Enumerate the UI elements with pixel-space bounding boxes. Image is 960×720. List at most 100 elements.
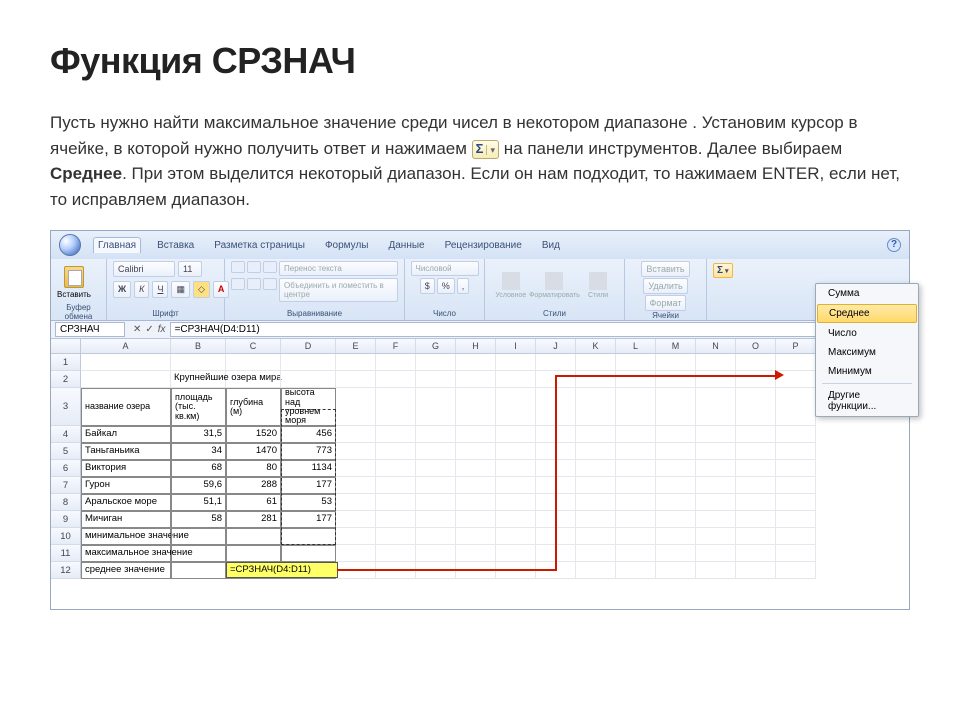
tab-pagelayout[interactable]: Разметка страницы	[210, 238, 309, 253]
font-family-select[interactable]: Calibri	[113, 261, 175, 277]
col-header[interactable]: L	[616, 339, 656, 353]
table-cell[interactable]: 58	[171, 511, 226, 528]
table-cell[interactable]: 177	[281, 477, 336, 494]
col-header[interactable]: M	[656, 339, 696, 353]
tab-home[interactable]: Главная	[93, 237, 141, 253]
font-size-select[interactable]: 11	[178, 261, 202, 277]
group-editing: Σ ▾ Сумма Среднее Число Максимум Минимум…	[707, 259, 909, 320]
col-header[interactable]: P	[776, 339, 816, 353]
col-header[interactable]: F	[376, 339, 416, 353]
insert-cells-button[interactable]: Вставить	[641, 261, 689, 277]
col-header[interactable]: N	[696, 339, 736, 353]
wrap-text-button[interactable]: Перенос текста	[279, 261, 398, 276]
italic-button[interactable]: К	[134, 281, 149, 298]
col-header[interactable]: A	[81, 339, 171, 353]
format-table-button[interactable]: Форматировать	[537, 264, 571, 306]
col-header[interactable]: K	[576, 339, 616, 353]
table-cell[interactable]: 59,6	[171, 477, 226, 494]
autosum-button[interactable]: Σ ▾	[713, 263, 733, 278]
number-group-label: Число	[411, 309, 478, 318]
table-cell[interactable]: 456	[281, 426, 336, 443]
col-header[interactable]: D	[281, 339, 336, 353]
table-cell[interactable]: 61	[226, 494, 281, 511]
table-cell[interactable]: 68	[171, 460, 226, 477]
align-left-button[interactable]	[231, 278, 245, 290]
menu-item-count[interactable]: Число	[816, 324, 918, 343]
col-header[interactable]: E	[336, 339, 376, 353]
col-header[interactable]: B	[171, 339, 226, 353]
office-button-icon[interactable]	[59, 234, 81, 256]
table-cell[interactable]: 1470	[226, 443, 281, 460]
spreadsheet-grid[interactable]: A B C D E F G H I J K L M N O P 1 2Крупн…	[51, 339, 909, 609]
formula-input[interactable]: =СРЗНАЧ(D4:D11)	[170, 322, 905, 337]
align-top-button[interactable]	[231, 261, 245, 273]
percent-button[interactable]: %	[437, 278, 455, 294]
table-cell[interactable]: 51,1	[171, 494, 226, 511]
tab-view[interactable]: Вид	[538, 238, 564, 253]
col-header[interactable]: O	[736, 339, 776, 353]
delete-cells-button[interactable]: Удалить	[643, 278, 687, 294]
fx-icon[interactable]: fx	[158, 324, 166, 335]
merge-center-button[interactable]: Объединить и поместить в центре	[279, 278, 398, 302]
select-all-corner[interactable]	[51, 339, 81, 353]
table-cell[interactable]: Гурон	[81, 477, 171, 494]
table-cell[interactable]: 31,5	[171, 426, 226, 443]
conditional-format-button[interactable]: Условное	[494, 264, 528, 306]
tab-data[interactable]: Данные	[384, 238, 428, 253]
desc-part2: на панели инструментов. Далее выбираем	[504, 139, 843, 158]
tab-insert[interactable]: Вставка	[153, 238, 198, 253]
table-cell[interactable]: 773	[281, 443, 336, 460]
summary-label: минимальное значение	[81, 528, 171, 545]
fill-color-button[interactable]: ◇	[193, 281, 210, 298]
col-header[interactable]: C	[226, 339, 281, 353]
paste-button[interactable]: Вставить	[57, 261, 91, 303]
menu-item-more-functions[interactable]: Другие функции...	[816, 386, 918, 416]
align-right-button[interactable]	[263, 278, 277, 290]
cancel-formula-icon[interactable]: ✕	[133, 324, 141, 335]
underline-button[interactable]: Ч	[152, 281, 168, 298]
align-bottom-button[interactable]	[263, 261, 277, 273]
table-cell[interactable]: 1520	[226, 426, 281, 443]
sigma-icon: Σ	[717, 265, 723, 276]
table-cell[interactable]: 34	[171, 443, 226, 460]
menu-item-average[interactable]: Среднее	[817, 304, 917, 323]
ribbon-tabs: Главная Вставка Разметка страницы Формул…	[51, 231, 909, 259]
slide-title: Функция СРЗНАЧ	[50, 40, 910, 82]
table-cell[interactable]: 53	[281, 494, 336, 511]
bold-button[interactable]: Ж	[113, 281, 131, 298]
help-icon[interactable]: ?	[887, 238, 901, 252]
number-format-select[interactable]: Числовой	[411, 261, 479, 276]
col-header[interactable]: J	[536, 339, 576, 353]
table-cell[interactable]: 80	[226, 460, 281, 477]
tab-formulas[interactable]: Формулы	[321, 238, 373, 253]
table-cell[interactable]: 177	[281, 511, 336, 528]
cell-styles-button[interactable]: Стили	[581, 264, 615, 306]
tab-review[interactable]: Рецензирование	[441, 238, 526, 253]
format-cells-button[interactable]: Формат	[645, 295, 687, 311]
col-header[interactable]: G	[416, 339, 456, 353]
table-cell[interactable]: Таньганьика	[81, 443, 171, 460]
excel-screenshot: Главная Вставка Разметка страницы Формул…	[50, 230, 910, 610]
menu-item-min[interactable]: Минимум	[816, 362, 918, 381]
table-cell[interactable]: 1134	[281, 460, 336, 477]
comma-button[interactable]: ,	[457, 278, 470, 294]
borders-button[interactable]: ▦	[171, 281, 190, 298]
table-cell[interactable]: 281	[226, 511, 281, 528]
alignment-group-label: Выравнивание	[231, 309, 398, 318]
col-header[interactable]: I	[496, 339, 536, 353]
menu-item-max[interactable]: Максимум	[816, 343, 918, 362]
enter-formula-icon[interactable]: ✓	[145, 324, 153, 335]
align-middle-button[interactable]	[247, 261, 261, 273]
name-box[interactable]: СРЗНАЧ	[55, 322, 125, 337]
align-center-button[interactable]	[247, 278, 261, 290]
table-cell[interactable]: 288	[226, 477, 281, 494]
table-cell[interactable]: Мичиган	[81, 511, 171, 528]
clipboard-group-label: Буфер обмена	[57, 303, 100, 321]
currency-button[interactable]: $	[420, 278, 435, 294]
chevron-down-icon: ▾	[725, 267, 729, 275]
table-cell[interactable]: Виктория	[81, 460, 171, 477]
table-cell[interactable]: Аральское море	[81, 494, 171, 511]
col-header[interactable]: H	[456, 339, 496, 353]
menu-item-sum[interactable]: Сумма	[816, 284, 918, 303]
table-cell[interactable]: Байкал	[81, 426, 171, 443]
